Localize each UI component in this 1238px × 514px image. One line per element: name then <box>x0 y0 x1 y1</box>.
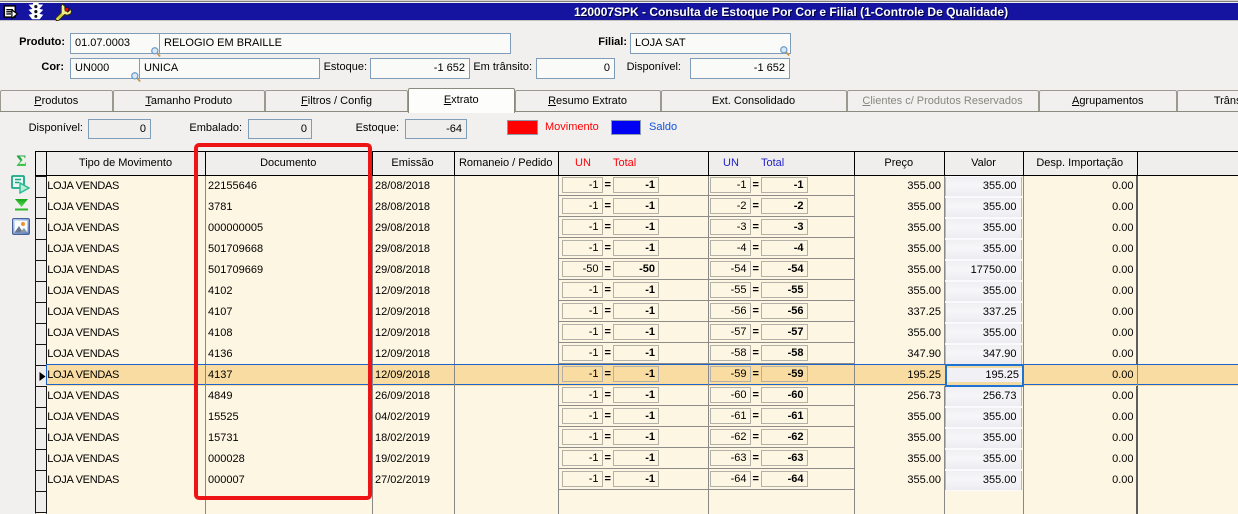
svg-text:Σ: Σ <box>16 153 26 168</box>
